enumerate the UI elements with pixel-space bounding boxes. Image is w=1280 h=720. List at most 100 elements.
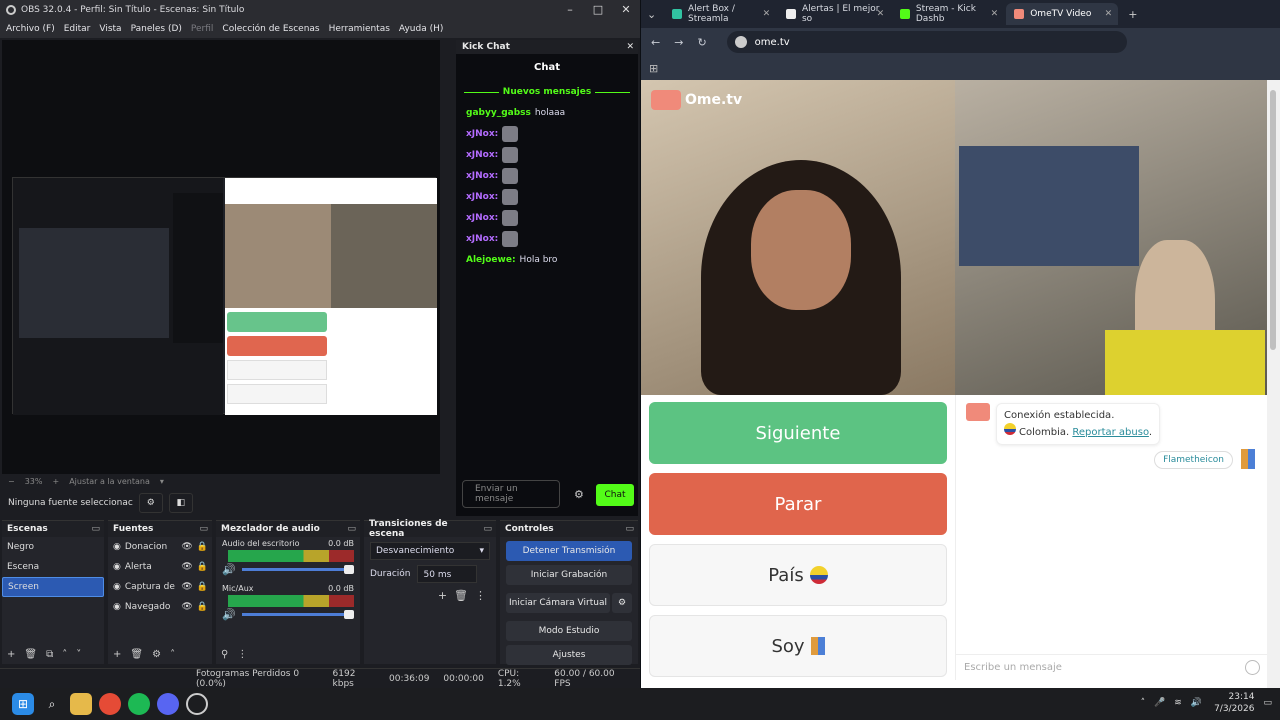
menu-editar[interactable]: Editar [64, 24, 91, 34]
scene-item[interactable]: Negro [2, 537, 104, 557]
menu-coleccion[interactable]: Colección de Escenas [222, 24, 319, 34]
studio-mode-button[interactable]: Modo Estudio [506, 621, 632, 641]
chevron-up-icon[interactable]: ˄ [170, 649, 175, 660]
source-item[interactable]: ◉ Captura de 👁 🔒 [108, 577, 212, 597]
reload-icon[interactable]: ↻ [697, 36, 706, 49]
chat-username[interactable]: xJNox: [466, 129, 498, 139]
gear-icon[interactable]: ⚙ [152, 649, 161, 660]
eye-icon[interactable]: 👁 [181, 602, 192, 612]
maximize-icon[interactable]: □ [584, 0, 612, 20]
source-item[interactable]: ◉ Alerta 👁 🔒 [108, 557, 212, 577]
eye-icon[interactable]: 👁 [181, 562, 192, 572]
chat-username[interactable]: gabyy_gabss [466, 108, 531, 118]
browser-tab[interactable]: Alertas | El mejor so ✕ [778, 3, 890, 25]
back-icon[interactable]: ← [651, 36, 660, 49]
close-tab-icon[interactable]: ✕ [1105, 9, 1113, 19]
tab-search-icon[interactable]: ⌄ [647, 8, 656, 21]
lock-icon[interactable]: 🔒 [197, 602, 208, 612]
menu-paneles[interactable]: Paneles (D) [131, 24, 182, 34]
chat-username[interactable]: xJNox: [466, 213, 498, 223]
report-link[interactable]: Reportar abuso [1072, 427, 1149, 438]
chevron-up-icon[interactable]: ˄ [62, 649, 67, 660]
trash-icon[interactable]: 🗑 [130, 649, 143, 660]
source-item[interactable]: ◉ Navegado 👁 🔒 [108, 597, 212, 617]
zoom-in-icon[interactable]: + [52, 477, 59, 486]
chevron-up-icon[interactable]: ˄ [1141, 698, 1146, 708]
browser-tab[interactable]: OmeTV Video ✕ [1006, 3, 1119, 25]
close-icon[interactable]: ✕ [626, 42, 634, 52]
volume-icon[interactable]: 🔊 [1191, 698, 1202, 708]
spotify-icon[interactable] [128, 693, 150, 715]
menu-herramientas[interactable]: Herramientas [329, 24, 390, 34]
menu-ayuda[interactable]: Ayuda (H) [399, 24, 443, 34]
eye-icon[interactable]: 👁 [181, 582, 192, 592]
duration-input[interactable]: 50 ms [416, 565, 477, 583]
windows-start-icon[interactable]: ⊞ [12, 693, 34, 715]
transition-select[interactable]: Desvanecimiento ▾ [370, 542, 490, 560]
chat-username[interactable]: xJNox: [466, 192, 498, 202]
stop-button[interactable]: Parar [649, 473, 947, 535]
chat-send-button[interactable]: Chat [596, 484, 634, 506]
menu-dots-icon[interactable]: ⋮ [475, 589, 486, 602]
forward-icon[interactable]: → [674, 36, 683, 49]
chevron-down-icon[interactable]: ˅ [76, 649, 81, 660]
lock-icon[interactable]: 🔒 [197, 542, 208, 552]
menu-dots-icon[interactable]: ⋮ [237, 649, 247, 660]
fit-label[interactable]: Ajustar a la ventana [69, 477, 150, 486]
message-input[interactable]: Escribe un mensaje [956, 654, 1268, 680]
next-button[interactable]: Siguiente [649, 402, 947, 464]
close-tab-icon[interactable]: ✕ [877, 9, 885, 19]
discord-icon[interactable] [157, 693, 179, 715]
add-icon[interactable]: + [438, 589, 447, 602]
filter-icon[interactable]: ⧉ [46, 649, 53, 660]
gear-icon[interactable]: ⚙ [574, 488, 584, 501]
stop-streaming-button[interactable]: Detener Transmisión [506, 541, 632, 561]
volume-slider[interactable] [241, 609, 354, 619]
source-filters-icon[interactable]: ◧ [168, 493, 193, 513]
link-icon[interactable]: ⚲ [221, 649, 228, 660]
chat-username[interactable]: xJNox: [466, 234, 498, 244]
chat-username[interactable]: Alejoewe: [466, 255, 516, 265]
chrome-icon[interactable] [99, 693, 121, 715]
new-tab-icon[interactable]: + [1128, 8, 1137, 21]
gender-button[interactable]: Soy [649, 615, 947, 677]
menu-archivo[interactable]: Archivo (F) [6, 24, 55, 34]
apps-icon[interactable]: ⊞ [649, 62, 658, 75]
chat-input[interactable]: Enviar un mensaje [462, 480, 560, 508]
url-input[interactable]: ome.tv [726, 31, 1127, 53]
source-item[interactable]: ◉ Donacion 👁 🔒 [108, 537, 212, 557]
emoji-icon[interactable] [1245, 660, 1260, 675]
mic-icon[interactable]: 🎤 [1154, 698, 1165, 708]
browser-tab[interactable]: Stream - Kick Dashb ✕ [892, 3, 1004, 25]
trash-icon[interactable]: 🗑 [24, 649, 37, 660]
search-icon[interactable]: ⌕ [41, 693, 63, 715]
lock-icon[interactable]: 🔒 [197, 582, 208, 592]
wifi-icon[interactable]: ≋ [1174, 698, 1182, 708]
volume-slider[interactable] [241, 564, 354, 574]
obs-icon[interactable] [186, 693, 208, 715]
settings-button[interactable]: Ajustes [506, 645, 632, 665]
trash-icon[interactable]: 🗑 [454, 589, 468, 602]
eye-icon[interactable]: 👁 [181, 542, 192, 552]
speaker-icon[interactable]: 🔊 [222, 608, 236, 621]
scene-item[interactable]: Escena [2, 557, 104, 577]
browser-tab[interactable]: Alert Box / Streamla ✕ [664, 3, 776, 25]
start-recording-button[interactable]: Iniciar Grabación [506, 565, 632, 585]
clock-time[interactable]: 23:14 [1214, 691, 1255, 703]
add-icon[interactable]: + [7, 649, 15, 660]
source-properties-icon[interactable]: ⚙ [138, 493, 163, 513]
menu-vista[interactable]: Vista [99, 24, 121, 34]
virtual-camera-button[interactable]: Iniciar Cámara Virtual [506, 593, 610, 613]
close-tab-icon[interactable]: ✕ [991, 9, 999, 19]
lock-icon[interactable]: 🔒 [197, 562, 208, 572]
add-icon[interactable]: + [113, 649, 121, 660]
menu-perfil[interactable]: Perfil [191, 24, 214, 34]
notification-icon[interactable]: ▭ [1263, 698, 1272, 708]
close-icon[interactable]: ✕ [612, 0, 640, 20]
minimize-icon[interactable]: – [556, 0, 584, 20]
chat-username[interactable]: xJNox: [466, 150, 498, 160]
gear-icon[interactable]: ⚙ [612, 593, 632, 613]
zoom-out-icon[interactable]: − [8, 477, 15, 486]
scene-item[interactable]: Screen [2, 577, 104, 597]
chat-username[interactable]: xJNox: [466, 171, 498, 181]
